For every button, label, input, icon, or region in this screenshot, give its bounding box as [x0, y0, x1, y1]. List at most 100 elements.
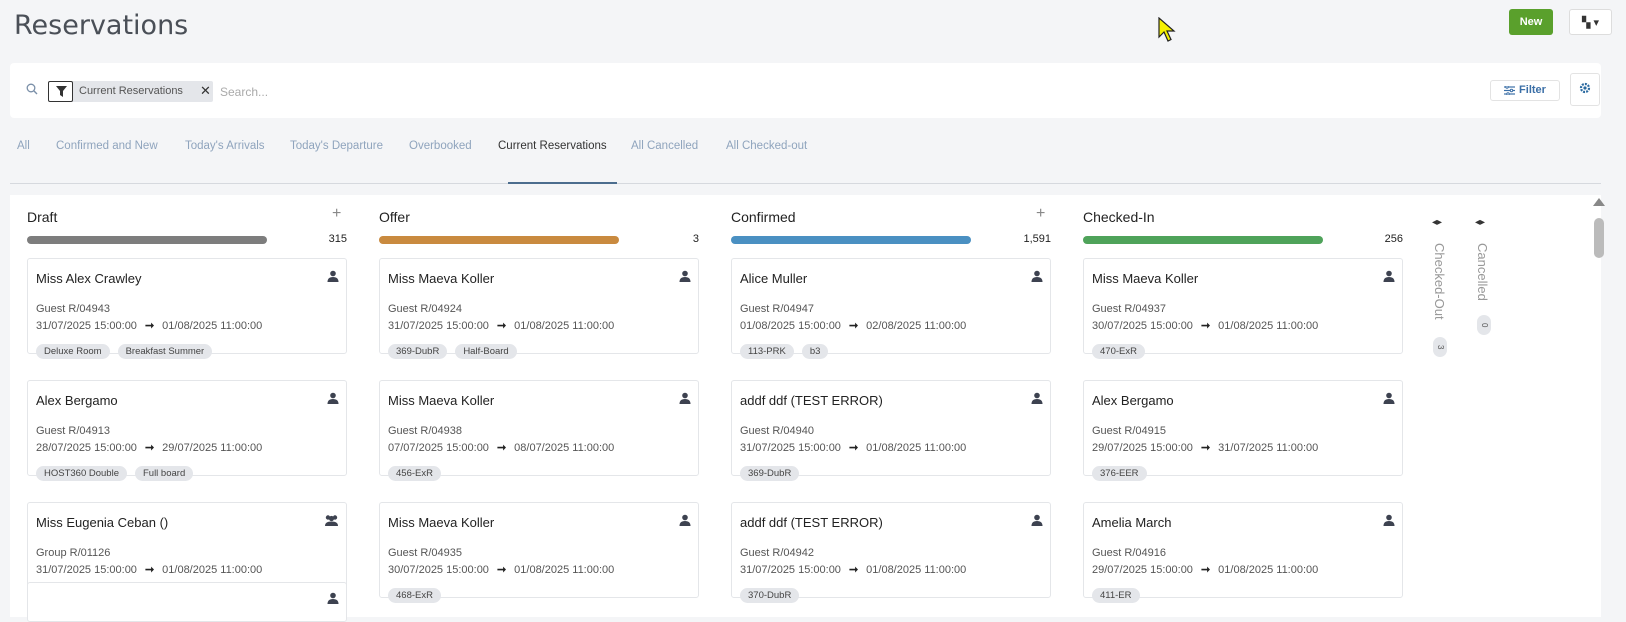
tab-overbooked[interactable]: Overbooked: [409, 140, 472, 152]
tag-badge: Breakfast Summer: [117, 344, 213, 359]
departure-datetime: 01/08/2025 11:00:00: [1218, 564, 1319, 576]
filter-button-label: Filter: [1519, 84, 1546, 97]
guest-name: addf ddf (TEST ERROR): [740, 393, 883, 408]
sliders-icon: [1504, 85, 1516, 96]
tab-all-checked-out[interactable]: All Checked-out: [726, 140, 807, 152]
add-reservation-icon[interactable]: +: [332, 205, 341, 223]
add-reservation-icon[interactable]: +: [1036, 205, 1045, 223]
search-panel: Current Reservations ✕ Filter: [10, 63, 1601, 118]
group-icon: [324, 513, 339, 531]
departure-datetime: 02/08/2025 11:00:00: [866, 320, 967, 332]
reservation-card[interactable]: Miss Maeva Koller Guest R/04938 07/07/2025…: [379, 380, 699, 481]
arrival-datetime: 31/07/2025 15:00:00: [36, 564, 137, 576]
active-tab-indicator: [508, 182, 617, 184]
new-reservation-button[interactable]: New: [1509, 9, 1553, 35]
arrow-right-icon: ➞: [848, 564, 859, 576]
stay-dates: 07/07/2025 15:00:00 ➞ 08/07/2025 11:00:00: [388, 441, 614, 454]
card-tags: 370-DubR: [740, 585, 807, 603]
scroll-up-arrow-icon[interactable]: [1593, 198, 1605, 206]
card-tags: 468-ExR: [388, 585, 449, 603]
stay-dates: 30/07/2025 15:00:00 ➞ 01/08/2025 11:00:00: [1092, 319, 1318, 332]
reservation-reference: Guest R/04938: [388, 425, 462, 437]
reservation-card[interactable]: Miss Maeva Koller Guest R/04937 30/07/2025…: [1083, 258, 1403, 359]
tab-confirmed-and-new[interactable]: Confirmed and New: [56, 140, 158, 152]
column-title: Checked-In: [1083, 209, 1155, 225]
reservation-reference: Guest R/04916: [1092, 547, 1166, 559]
guest-name: Miss Maeva Koller: [388, 271, 495, 286]
guest-name: Alex Bergamo: [1092, 393, 1174, 408]
tag-badge: 369-DubR: [388, 344, 448, 359]
folded-column-count: 0: [1477, 315, 1491, 335]
column-title: Draft: [27, 209, 58, 225]
reservation-reference: Guest R/04935: [388, 547, 462, 559]
funnel-icon: [48, 81, 73, 102]
column-progress-bar: [379, 236, 619, 244]
stay-dates: 30/07/2025 15:00:00 ➞ 01/08/2025 11:00:00: [388, 563, 614, 576]
reservation-card[interactable]: Miss Alex Crawley Guest R/04943 31/07/2025…: [27, 258, 347, 359]
reservation-card[interactable]: [27, 582, 347, 622]
tab-todays-departure[interactable]: Today's Departure: [290, 140, 383, 152]
arrow-right-icon: ➞: [144, 564, 155, 576]
tab-all-cancelled[interactable]: All Cancelled: [631, 140, 698, 152]
tag-badge: Full board: [134, 466, 194, 481]
reservation-card[interactable]: Alex Bergamo Guest R/04913 28/07/2025 15:0…: [27, 380, 347, 481]
reservation-card[interactable]: Alex Bergamo Guest R/04915 29/07/2025 15:0…: [1083, 380, 1403, 481]
stay-dates: 29/07/2025 15:00:00 ➞ 01/08/2025 11:00:00: [1092, 563, 1318, 576]
person-icon: [679, 391, 691, 409]
expand-arrows-icon[interactable]: ◂▸: [1475, 217, 1485, 228]
person-icon: [327, 391, 339, 409]
kanban-board: ◂▸ Checked-Out 3 ◂▸ Cancelled 0 Draft +31…: [10, 195, 1601, 622]
departure-datetime: 08/07/2025 11:00:00: [514, 442, 615, 454]
reservation-card[interactable]: Amelia March Guest R/04916 29/07/2025 15:0…: [1083, 502, 1403, 603]
reservation-card[interactable]: Miss Maeva Koller Guest R/04935 30/07/2025…: [379, 502, 699, 603]
person-icon: [1383, 513, 1395, 531]
view-switcher-button[interactable]: ▚ ▾: [1569, 9, 1612, 35]
expand-arrows-icon[interactable]: ◂▸: [1432, 217, 1442, 228]
arrow-right-icon: ➞: [848, 442, 859, 454]
column-count: 256: [1384, 233, 1403, 245]
active-filter-chip[interactable]: Current Reservations ✕: [48, 81, 213, 102]
tag-badge: 468-ExR: [388, 588, 441, 603]
guest-name: Miss Maeva Koller: [388, 515, 495, 530]
stay-dates: 31/07/2025 15:00:00 ➞ 01/08/2025 11:00:00: [388, 319, 614, 332]
tag-badge: 376-EER: [1092, 466, 1147, 481]
reservation-reference: Guest R/04924: [388, 303, 462, 315]
departure-datetime: 01/08/2025 11:00:00: [866, 564, 967, 576]
guest-name: Miss Eugenia Ceban (): [36, 515, 169, 530]
top-bar: Reservations New ▚ ▾: [0, 0, 1626, 56]
departure-datetime: 01/08/2025 11:00:00: [866, 442, 967, 454]
tab-all[interactable]: All: [17, 140, 30, 152]
card-tags: 369-DubR Half-Board: [388, 341, 525, 359]
tag-badge: 113-PRK: [740, 344, 794, 359]
column-progress-bar: [731, 236, 971, 244]
remove-filter-icon[interactable]: ✕: [200, 83, 211, 99]
stay-dates: 31/07/2025 15:00:00 ➞ 01/08/2025 11:00:00: [740, 441, 966, 454]
arrival-datetime: 30/07/2025 15:00:00: [388, 564, 489, 576]
reservation-reference: Guest R/04940: [740, 425, 814, 437]
tag-badge: HOST360 Double: [36, 466, 127, 481]
search-input[interactable]: [220, 82, 720, 102]
guest-name: addf ddf (TEST ERROR): [740, 515, 883, 530]
card-tags: 113-PRK b3: [740, 341, 836, 359]
reservation-card[interactable]: addf ddf (TEST ERROR) Guest R/04942 31/07/…: [731, 502, 1051, 603]
column-title: Offer: [379, 209, 410, 225]
reservation-card[interactable]: Miss Maeva Koller Guest R/04924 31/07/2025…: [379, 258, 699, 359]
reservation-reference: Guest R/04937: [1092, 303, 1166, 315]
tag-badge: Half-Board: [455, 344, 517, 359]
tab-current-reservations[interactable]: Current Reservations: [498, 140, 607, 152]
stay-dates: 31/07/2025 15:00:00 ➞ 01/08/2025 11:00:00: [740, 563, 966, 576]
tag-badge: 456-ExR: [388, 466, 441, 481]
filter-button[interactable]: Filter: [1490, 80, 1560, 101]
arrival-datetime: 28/07/2025 15:00:00: [36, 442, 137, 454]
scrollbar-thumb[interactable]: [1594, 218, 1604, 258]
person-icon: [1383, 391, 1395, 409]
reservation-card[interactable]: Alice Muller Guest R/04947 01/08/2025 15:0…: [731, 258, 1051, 359]
departure-datetime: 29/07/2025 11:00:00: [162, 442, 263, 454]
search-settings-button[interactable]: [1570, 73, 1600, 106]
reservation-card[interactable]: addf ddf (TEST ERROR) Guest R/04940 31/07/…: [731, 380, 1051, 481]
tab-todays-arrivals[interactable]: Today's Arrivals: [185, 140, 265, 152]
card-tags: 376-EER: [1092, 463, 1155, 481]
arrival-datetime: 31/07/2025 15:00:00: [740, 564, 841, 576]
search-icon: [26, 83, 38, 95]
arrow-right-icon: ➞: [496, 320, 507, 332]
